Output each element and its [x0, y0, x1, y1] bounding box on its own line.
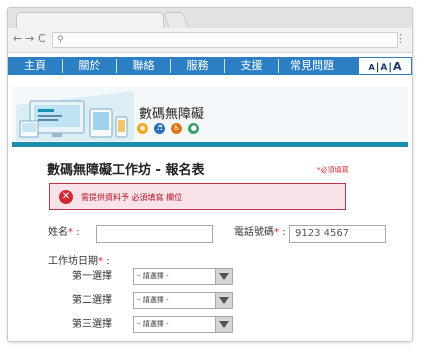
error-message: 需提供資料予 必須填寫 欄位 — [81, 193, 183, 202]
error-icon: ✕ — [59, 190, 73, 204]
choice-1-label: 第一選擇 — [72, 271, 112, 282]
menu-item-home[interactable]: 主頁 — [8, 57, 62, 75]
browser-toolbar: ← → C ⚲ ⋮ — [8, 28, 412, 53]
workshop-date-label: 工作坊日期* : — [48, 256, 110, 267]
font-size-control: A|A|A — [358, 57, 412, 75]
chevron-down-icon — [215, 269, 232, 284]
error-alert: ✕ 需提供資料予 必須填寫 欄位 — [49, 183, 346, 210]
font-size-large[interactable]: A — [393, 60, 402, 73]
browser-window: ← → C ⚲ ⋮ 主頁 關於 聯絡 服務 支援 常見問題 A|A|A 數碼無障… — [7, 7, 413, 342]
font-size-medium[interactable]: A — [380, 63, 387, 73]
phone-label: 電話號碼* : — [234, 227, 286, 238]
choice-2-select[interactable]: - 請選擇 - — [133, 292, 233, 309]
wheelchair-icon: ♿ — [171, 123, 183, 134]
address-bar[interactable]: ⚲ — [52, 32, 398, 48]
browser-tab[interactable] — [16, 12, 164, 29]
menu-item-support[interactable]: 支援 — [225, 57, 278, 75]
browser-menu-icon[interactable]: ⋮ — [395, 32, 406, 46]
page-title: 數碼無障礙工作坊 - 報名表 — [47, 163, 205, 178]
choice-1-value: - 請選擇 - — [138, 272, 169, 280]
main-menu: 主頁 關於 聯絡 服務 支援 常見問題 A|A|A — [8, 57, 412, 75]
choice-2-value: - 請選擇 - — [138, 296, 169, 304]
tab-strip — [8, 8, 412, 29]
chevron-down-icon — [215, 317, 232, 332]
reload-icon[interactable]: C — [38, 32, 46, 46]
choice-3-label: 第三選擇 — [72, 319, 112, 330]
accessibility-badges: ◉ ♬ ♿ ● — [137, 123, 200, 135]
eye-icon: ◉ — [137, 123, 148, 134]
menu-item-services[interactable]: 服務 — [171, 57, 224, 75]
choice-1-select[interactable]: - 請選擇 - — [133, 268, 233, 285]
name-input[interactable] — [96, 225, 213, 243]
choice-2-label: 第二選擇 — [72, 295, 112, 306]
back-arrow-icon[interactable]: ← — [13, 32, 22, 46]
site-title: 數碼無障礙 — [139, 107, 205, 122]
choice-3-select[interactable]: - 請選擇 - — [133, 316, 233, 333]
menu-item-faq[interactable]: 常見問題 — [279, 57, 345, 75]
site-banner: 數碼無障礙 ◉ ♬ ♿ ● — [12, 87, 408, 147]
phone-input[interactable]: 9123 4567 — [289, 225, 386, 243]
devices-illustration — [16, 91, 134, 141]
search-icon: ⚲ — [57, 35, 64, 45]
forward-arrow-icon[interactable]: → — [25, 32, 34, 46]
hearing-icon: ♬ — [154, 123, 166, 134]
choice-3-value: - 請選擇 - — [138, 320, 169, 328]
new-tab-button[interactable] — [163, 12, 189, 29]
menu-item-about[interactable]: 關於 — [63, 57, 116, 75]
font-size-small[interactable]: A — [369, 63, 375, 72]
menu-item-contact[interactable]: 聯絡 — [117, 57, 170, 75]
required-note: *必須填寫 — [317, 166, 349, 174]
cognitive-icon: ● — [188, 123, 200, 134]
chevron-down-icon — [215, 293, 232, 308]
banner-stripe — [12, 142, 408, 147]
name-label: 姓名* : — [48, 227, 80, 238]
